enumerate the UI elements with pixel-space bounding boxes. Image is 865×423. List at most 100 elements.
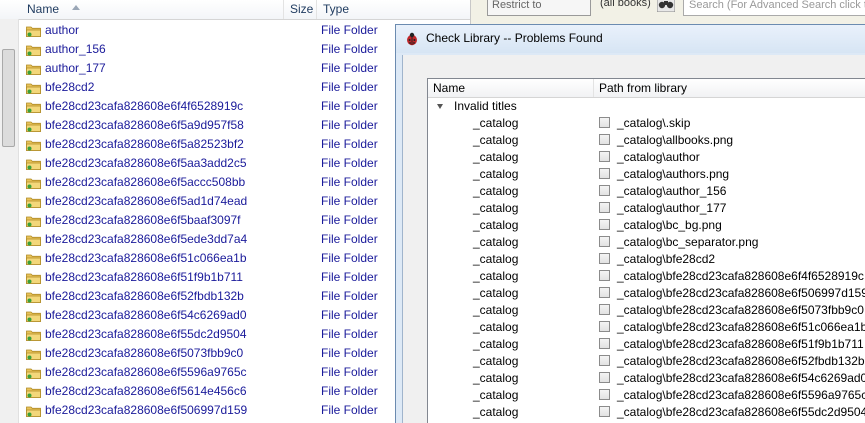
- item-name: _catalog: [473, 388, 519, 402]
- folder-type: File Folder: [321, 365, 378, 379]
- folder-icon: [26, 368, 41, 379]
- scrollbar-thumb[interactable]: [2, 49, 15, 147]
- item-name: _catalog: [473, 286, 519, 300]
- folder-name: bfe28cd23cafa828608e6f5aa3add2c5: [45, 156, 247, 170]
- folder-name: bfe28cd23cafa828608e6f52fbdb132b: [45, 289, 244, 303]
- folder-icon: [26, 197, 41, 208]
- problem-item-row[interactable]: _catalog _catalog\author: [428, 149, 865, 166]
- problem-item-row[interactable]: _catalog _catalog\bfe28cd23cafa828608e6f5…: [428, 353, 865, 370]
- item-path: _catalog\bfe28cd23cafa828608e6f506997d15…: [617, 286, 865, 300]
- folder-icon: [26, 273, 41, 284]
- item-checkbox[interactable]: [599, 406, 610, 417]
- folder-icon: [26, 102, 41, 113]
- folder-name: bfe28cd23cafa828608e6f4f6528919c: [45, 99, 244, 113]
- item-checkbox[interactable]: [599, 219, 610, 230]
- problem-item-row[interactable]: _catalog _catalog\bfe28cd23cafa828608e6f5…: [428, 319, 865, 336]
- tree-group-invalid-titles[interactable]: Invalid titles: [428, 98, 865, 115]
- folder-type: File Folder: [321, 251, 378, 265]
- problem-item-row[interactable]: _catalog _catalog\bfe28cd23cafa828608e6f4…: [428, 268, 865, 285]
- problem-item-row[interactable]: _catalog _catalog\bfe28cd23cafa828608e6f5…: [428, 387, 865, 404]
- item-name: _catalog: [473, 133, 519, 147]
- folder-name: author: [45, 23, 80, 37]
- item-checkbox[interactable]: [599, 168, 610, 179]
- item-name: _catalog: [473, 269, 519, 283]
- tree-column-name[interactable]: Name: [428, 79, 594, 97]
- item-checkbox[interactable]: [599, 338, 610, 349]
- item-name: _catalog: [473, 218, 519, 232]
- folder-name: bfe28cd23cafa828608e6f54c6269ad0: [45, 308, 247, 322]
- folder-type: File Folder: [321, 80, 378, 94]
- column-header-name[interactable]: Name: [21, 0, 284, 19]
- folder-type: File Folder: [321, 213, 378, 227]
- item-checkbox[interactable]: [599, 202, 610, 213]
- column-header-size[interactable]: Size: [284, 0, 317, 19]
- folder-type: File Folder: [321, 327, 378, 341]
- tree-rows: Invalid titles _catalog _catalog\.skip _ca…: [428, 98, 865, 421]
- item-checkbox[interactable]: [599, 185, 610, 196]
- item-path: _catalog\bfe28cd23cafa828608e6f52fbdb132…: [617, 354, 865, 368]
- folder-name: bfe28cd23cafa828608e6f5a82523bf2: [45, 137, 244, 151]
- item-path: _catalog\allbooks.png: [617, 133, 734, 147]
- folder-type: File Folder: [321, 156, 378, 170]
- problem-item-row[interactable]: _catalog _catalog\bc_bg.png: [428, 217, 865, 234]
- folder-type: File Folder: [321, 308, 378, 322]
- problem-item-row[interactable]: _catalog _catalog\bfe28cd23cafa828608e6f5…: [428, 336, 865, 353]
- folder-type: File Folder: [321, 23, 378, 37]
- item-path: _catalog\authors.png: [617, 167, 730, 181]
- item-name: _catalog: [473, 371, 519, 385]
- item-checkbox[interactable]: [599, 304, 610, 315]
- problem-item-row[interactable]: _catalog _catalog\bfe28cd23cafa828608e6f5…: [428, 302, 865, 319]
- folder-icon: [26, 349, 41, 360]
- folder-type: File Folder: [321, 42, 378, 56]
- item-path: _catalog\bfe28cd23cafa828608e6f4f6528919…: [617, 269, 864, 283]
- item-checkbox[interactable]: [599, 151, 610, 162]
- item-checkbox[interactable]: [599, 372, 610, 383]
- problem-item-row[interactable]: _catalog _catalog\bfe28cd23cafa828608e6f5…: [428, 404, 865, 421]
- explorer-scrollbar[interactable]: [0, 19, 19, 423]
- folder-type: File Folder: [321, 137, 378, 151]
- item-checkbox[interactable]: [599, 117, 610, 128]
- binoculars-icon[interactable]: [657, 0, 675, 12]
- item-checkbox[interactable]: [599, 355, 610, 366]
- problem-item-row[interactable]: _catalog _catalog\bfe28cd2: [428, 251, 865, 268]
- search-input[interactable]: Search (For Advanced Search click the: [683, 0, 865, 16]
- problem-item-row[interactable]: _catalog _catalog\author_156: [428, 183, 865, 200]
- item-checkbox[interactable]: [599, 270, 610, 281]
- item-path: _catalog\bc_separator.png: [617, 235, 759, 249]
- item-checkbox[interactable]: [599, 236, 610, 247]
- expand-arrow-icon[interactable]: [437, 104, 443, 109]
- problem-item-row[interactable]: _catalog _catalog\authors.png: [428, 166, 865, 183]
- item-path: _catalog\author_156: [617, 184, 727, 198]
- item-checkbox[interactable]: [599, 321, 610, 332]
- folder-name: bfe28cd23cafa828608e6f5596a9765c: [45, 365, 247, 379]
- problem-item-row[interactable]: _catalog _catalog\bfe28cd23cafa828608e6f5…: [428, 370, 865, 387]
- item-path: _catalog\bc_bg.png: [617, 218, 722, 232]
- folder-icon: [26, 140, 41, 151]
- problems-tree[interactable]: Name Path from library Invalid titles _c…: [427, 78, 865, 423]
- problem-item-row[interactable]: _catalog _catalog\bc_separator.png: [428, 234, 865, 251]
- folder-name: bfe28cd23cafa828608e6f55dc2d9504: [45, 327, 247, 341]
- problem-item-row[interactable]: _catalog _catalog\bfe28cd23cafa828608e6f5…: [428, 285, 865, 302]
- item-name: _catalog: [473, 252, 519, 266]
- problem-item-row[interactable]: _catalog _catalog\allbooks.png: [428, 132, 865, 149]
- item-checkbox[interactable]: [599, 389, 610, 400]
- folder-icon: [26, 121, 41, 132]
- dialog-titlebar[interactable]: Check Library -- Problems Found: [396, 25, 865, 53]
- restrict-to-select[interactable]: Restrict to: [487, 0, 591, 16]
- folder-icon: [26, 254, 41, 265]
- tree-column-path[interactable]: Path from library: [594, 79, 865, 97]
- folder-name: bfe28cd2: [45, 80, 95, 94]
- item-checkbox[interactable]: [599, 253, 610, 264]
- folder-icon: [26, 64, 41, 75]
- problem-item-row[interactable]: _catalog _catalog\.skip: [428, 115, 865, 132]
- item-name: _catalog: [473, 320, 519, 334]
- item-checkbox[interactable]: [599, 134, 610, 145]
- folder-icon: [26, 45, 41, 56]
- item-path: _catalog\author_177: [617, 201, 727, 215]
- column-header-type[interactable]: Type: [317, 0, 470, 19]
- item-checkbox[interactable]: [599, 287, 610, 298]
- problem-item-row[interactable]: _catalog _catalog\author_177: [428, 200, 865, 217]
- ladybug-icon: [407, 32, 417, 46]
- item-path: _catalog\bfe28cd23cafa828608e6f5596a9765…: [617, 388, 865, 402]
- dialog-title: Check Library -- Problems Found: [426, 31, 603, 45]
